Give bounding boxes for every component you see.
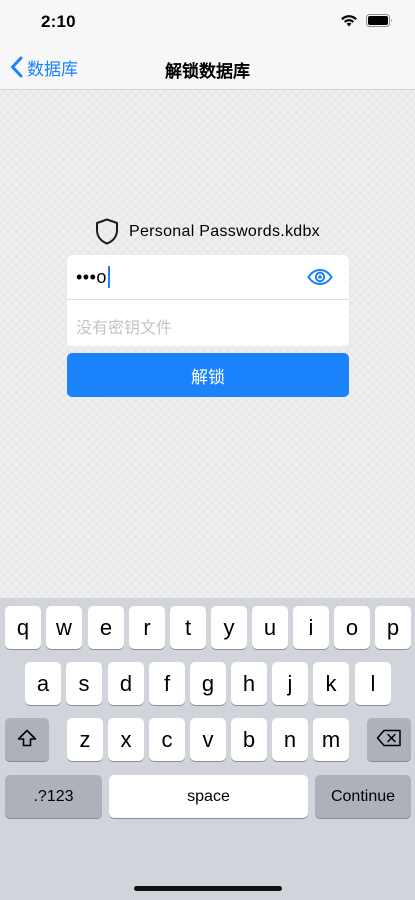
database-filename: Personal Passwords.kdbx — [129, 222, 320, 240]
page-title: 解锁数据库 — [165, 62, 250, 81]
key-p[interactable]: p — [375, 606, 411, 649]
delete-icon — [376, 727, 402, 753]
shield-icon — [95, 218, 119, 245]
key-f[interactable]: f — [149, 662, 185, 705]
text-cursor — [107, 266, 110, 288]
key-n[interactable]: n — [272, 718, 308, 761]
key-v[interactable]: v — [190, 718, 226, 761]
key-c[interactable]: c — [149, 718, 185, 761]
key-s[interactable]: s — [66, 662, 102, 705]
keyboard: q w e r t y u i o p a s d f g h j k l z … — [0, 598, 415, 900]
shift-key[interactable] — [5, 718, 49, 761]
key-q[interactable]: q — [5, 606, 41, 649]
key-b[interactable]: b — [231, 718, 267, 761]
key-w[interactable]: w — [46, 606, 82, 649]
keyfile-placeholder: 没有密钥文件 — [76, 320, 173, 337]
key-g[interactable]: g — [190, 662, 226, 705]
status-time: 2:10 — [41, 12, 76, 31]
eye-icon[interactable] — [307, 269, 333, 285]
key-k[interactable]: k — [313, 662, 349, 705]
key-t[interactable]: t — [170, 606, 206, 649]
key-i[interactable]: i — [293, 606, 329, 649]
key-r[interactable]: r — [129, 606, 165, 649]
navigation-bar: 数据库 解锁数据库 — [0, 44, 415, 90]
key-z[interactable]: z — [67, 718, 103, 761]
key-u[interactable]: u — [252, 606, 288, 649]
password-masked-value: •••o — [76, 266, 107, 287]
unlock-button[interactable]: 解锁 — [67, 353, 349, 397]
key-e[interactable]: e — [88, 606, 124, 649]
continue-key[interactable]: Continue — [315, 775, 411, 818]
space-key[interactable]: space — [109, 775, 308, 818]
key-x[interactable]: x — [108, 718, 144, 761]
database-header: Personal Passwords.kdbx — [0, 218, 415, 245]
password-field[interactable]: •••o — [67, 255, 349, 300]
credentials-card: •••o 没有密钥文件 — [67, 255, 349, 346]
shift-icon — [17, 727, 37, 753]
key-d[interactable]: d — [108, 662, 144, 705]
key-m[interactable]: m — [313, 718, 349, 761]
key-o[interactable]: o — [334, 606, 370, 649]
home-indicator — [134, 886, 282, 891]
key-a[interactable]: a — [25, 662, 61, 705]
key-j[interactable]: j — [272, 662, 308, 705]
status-bar: 2:10 — [0, 0, 415, 44]
wifi-icon — [340, 14, 358, 27]
battery-icon — [366, 14, 393, 27]
unlock-content: Personal Passwords.kdbx •••o 没有密钥文件 解锁 — [0, 90, 415, 598]
key-h[interactable]: h — [231, 662, 267, 705]
keyfile-field[interactable]: 没有密钥文件 — [67, 301, 349, 346]
status-icons — [340, 14, 393, 27]
key-l[interactable]: l — [355, 662, 391, 705]
delete-key[interactable] — [367, 718, 411, 761]
numbers-key[interactable]: .?123 — [5, 775, 102, 818]
key-y[interactable]: y — [211, 606, 247, 649]
password-input[interactable]: •••o — [76, 266, 110, 288]
